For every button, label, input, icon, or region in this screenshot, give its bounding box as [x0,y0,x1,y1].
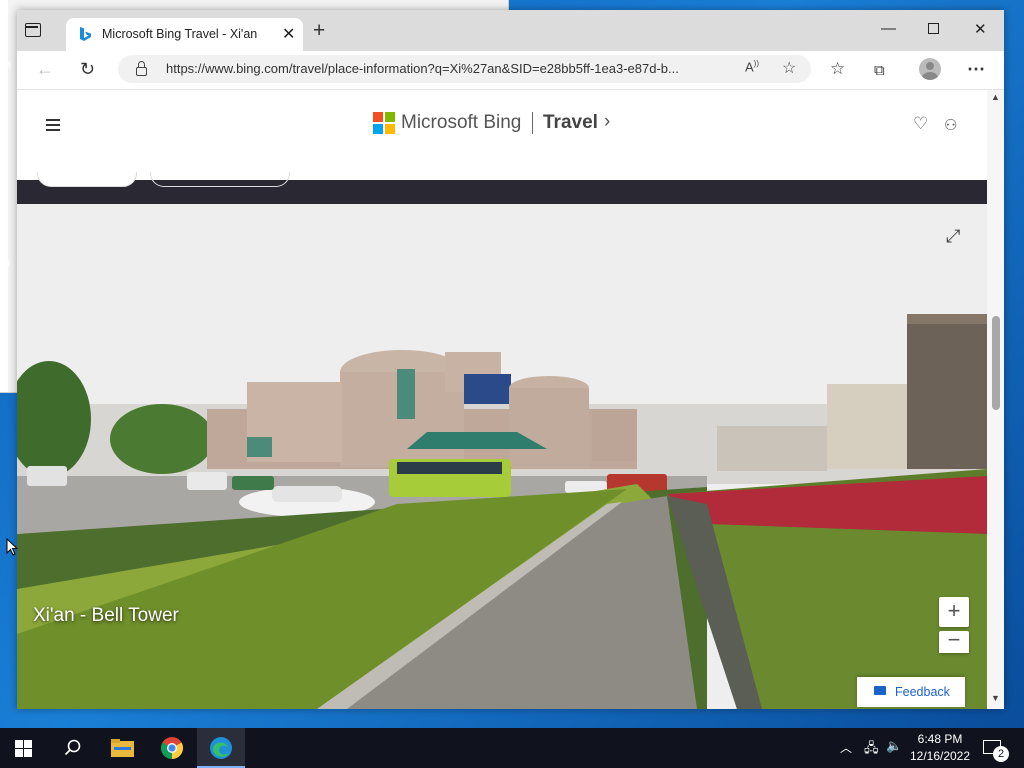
hero-caption: Xi'an - Bell Tower [33,605,179,626]
page-scrollbar[interactable]: ▲ ▼ [987,90,1004,709]
tab-bing-travel[interactable]: Microsoft Bing Travel - Xi'an ✕ [66,18,303,51]
bing-header: Microsoft Bing Travel › ♡ ⚇ [17,90,987,180]
taskbar: ︿ 🖧 🔈 6:48 PM 12/16/2022 2 [0,728,1024,768]
web-page: Microsoft Bing Travel › ♡ ⚇ ⤢ Xi'an - Be… [17,90,987,709]
file-explorer-icon [111,739,134,757]
bing-favicon [80,27,91,41]
plus-icon[interactable]: + [313,20,325,41]
address-bar[interactable]: https://www.bing.com/travel/place-inform… [118,55,811,83]
scroll-down-icon[interactable]: ▼ [991,693,1000,703]
desktop-glyph: M [2,60,12,72]
panorama-image [17,204,987,709]
account-icon[interactable]: ⚇ [944,116,957,134]
feedback-label: Feedback [895,685,950,699]
clock-time[interactable]: 6:48 PM [908,732,972,746]
profile-icon[interactable] [919,58,941,80]
notification-count: 2 [993,746,1009,762]
browser-toolbar: ← ↻ https://www.bing.com/travel/place-in… [17,51,1004,90]
tab-bar: Microsoft Bing Travel - Xi'an ✕ + — ✕ [17,10,1004,51]
background-window-edge [0,0,8,392]
minimize-icon[interactable]: — [881,20,896,37]
zoom-out-icon[interactable]: − [939,629,969,653]
url-text[interactable]: https://www.bing.com/travel/place-inform… [166,61,734,76]
tab-actions-icon[interactable] [25,23,41,37]
volume-icon[interactable]: 🔈 [886,738,902,754]
chrome-icon [161,737,183,759]
brand-separator [532,112,533,134]
lock-icon[interactable] [136,61,147,76]
close-icon[interactable]: ✕ [282,24,295,44]
heart-icon[interactable]: ♡ [913,114,928,134]
mouse-cursor [6,538,18,556]
nav-pill[interactable] [150,172,290,187]
hamburger-icon[interactable] [46,119,60,134]
read-aloud-icon[interactable]: A)) [745,59,759,74]
clock-date[interactable]: 12/16/2022 [908,749,972,763]
windows-icon[interactable] [15,740,32,757]
search-button[interactable] [48,728,96,768]
expand-icon[interactable]: ⤢ [946,226,960,247]
nav-pill[interactable] [37,172,137,187]
close-window-icon[interactable]: ✕ [974,20,987,38]
section-title[interactable]: Travel [543,112,598,134]
brand-name[interactable]: Microsoft Bing [401,112,521,134]
browser-window: Microsoft Bing Travel - Xi'an ✕ + — ✕ ← … [17,10,1004,709]
network-icon[interactable]: 🖧 [864,739,879,761]
chevron-up-icon[interactable]: ︿ [840,739,852,756]
edge-button[interactable] [197,728,245,768]
microsoft-logo[interactable] [373,112,395,134]
collections-icon[interactable]: ⧉ [874,61,885,81]
hero-panorama[interactable]: ⤢ Xi'an - Bell Tower + − [17,204,987,709]
desktop-glyph: D [2,258,10,270]
zoom-in-icon[interactable]: + [939,597,969,627]
feedback-icon [874,686,886,695]
maximize-icon[interactable] [928,23,939,34]
scrollbar-thumb[interactable] [992,316,1000,410]
nav-strip [17,172,987,204]
scroll-up-icon[interactable]: ▲ [991,92,1000,102]
back-icon[interactable]: ← [36,59,54,79]
chrome-button[interactable] [148,728,196,768]
feedback-button[interactable]: Feedback [857,677,965,707]
more-icon[interactable]: ⋯ [967,59,985,79]
edge-icon [210,737,232,759]
refresh-icon[interactable]: ↻ [80,59,95,79]
file-explorer-button[interactable] [98,728,146,768]
favorites-icon[interactable]: ☆ [830,59,845,79]
search-icon [64,739,81,756]
tab-title: Microsoft Bing Travel - Xi'an [102,27,258,41]
chevron-right-icon[interactable]: › [604,111,610,133]
add-favorite-icon[interactable]: ☆ [782,58,796,78]
